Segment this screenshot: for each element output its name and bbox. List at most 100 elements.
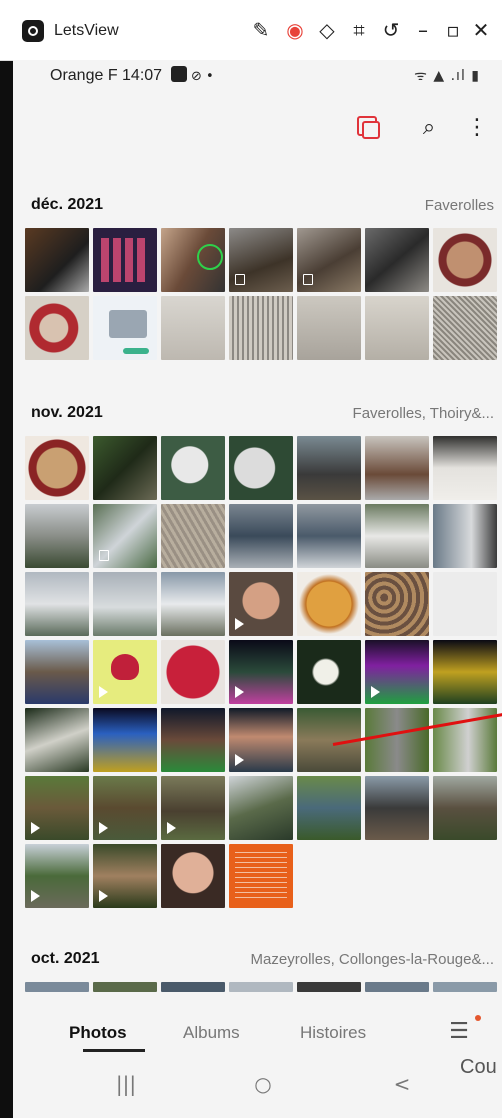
pin-icon[interactable]: ◇	[314, 16, 340, 44]
photo-thumbnail[interactable]	[433, 504, 497, 568]
tab-histoires[interactable]: Histoires	[300, 1023, 366, 1043]
photo-thumbnail[interactable]	[161, 640, 225, 704]
photo-thumbnail[interactable]	[161, 572, 225, 636]
photo-thumbnail[interactable]	[365, 640, 429, 704]
chat-screenshot	[109, 310, 147, 338]
select-icon[interactable]	[357, 116, 380, 139]
photo-thumbnail[interactable]	[161, 776, 225, 840]
photo-thumbnail[interactable]	[297, 640, 361, 704]
notification-dot	[475, 1015, 481, 1021]
photo-thumbnail[interactable]	[93, 844, 157, 908]
photo-thumbnail[interactable]	[161, 708, 225, 772]
status-icons: ᯤ ▲ .ıl ▮	[414, 68, 480, 84]
photo-thumbnail[interactable]	[93, 640, 157, 704]
photo-thumbnail[interactable]	[365, 982, 429, 992]
photo-thumbnail[interactable]	[433, 982, 497, 992]
photo-thumbnail[interactable]	[433, 296, 497, 360]
photo-thumbnail[interactable]	[433, 228, 497, 292]
close-icon[interactable]: ✕	[468, 16, 494, 44]
photo-thumbnail[interactable]	[25, 776, 89, 840]
photo-thumbnail[interactable]	[161, 844, 225, 908]
video-play-icon	[99, 890, 108, 902]
photo-thumbnail[interactable]	[433, 572, 497, 636]
photo-thumbnail[interactable]	[25, 228, 89, 292]
search-icon[interactable]: ⌕	[411, 110, 447, 146]
photo-thumbnail[interactable]	[25, 436, 89, 500]
rotate-icon[interactable]: ↺	[378, 16, 404, 44]
photo-thumbnail[interactable]	[297, 776, 361, 840]
chat-bubble	[123, 348, 149, 354]
photo-thumbnail[interactable]	[433, 640, 497, 704]
photo-thumbnail[interactable]	[93, 776, 157, 840]
photo-thumbnail[interactable]	[229, 708, 293, 772]
crop-icon[interactable]: ⌗	[346, 16, 372, 44]
photo-thumbnail[interactable]	[93, 436, 157, 500]
photo-thumbnail[interactable]	[161, 504, 225, 568]
photo-thumbnail[interactable]	[229, 296, 293, 360]
photo-thumbnail[interactable]	[297, 228, 361, 292]
photo-thumbnail[interactable]	[229, 504, 293, 568]
photo-thumbnail[interactable]	[229, 640, 293, 704]
system-nav-bar: ||| ○ <	[13, 1062, 502, 1118]
photo-thumbnail[interactable]	[161, 228, 225, 292]
photo-thumbnail[interactable]	[365, 504, 429, 568]
tab-albums[interactable]: Albums	[183, 1023, 240, 1043]
status-bar: Orange F 14:07 ⊘ • ᯤ ▲ .ıl ▮	[13, 60, 502, 96]
video-play-icon	[167, 822, 176, 834]
photo-thumbnail[interactable]	[297, 436, 361, 500]
photo-thumbnail[interactable]	[297, 572, 361, 636]
window-title: LetsView	[54, 22, 119, 39]
photo-thumbnail[interactable]	[433, 436, 497, 500]
photo-thumbnail[interactable]	[25, 640, 89, 704]
photo-thumbnail[interactable]	[25, 708, 89, 772]
maximize-icon[interactable]: ▫	[440, 16, 466, 44]
photo-thumbnail[interactable]	[365, 708, 429, 772]
photo-thumbnail[interactable]	[161, 296, 225, 360]
photo-thumbnail[interactable]	[229, 844, 293, 908]
text-document	[235, 852, 287, 898]
section-place: Faverolles	[424, 197, 494, 214]
photo-thumbnail[interactable]	[229, 982, 293, 992]
photo-thumbnail[interactable]	[25, 572, 89, 636]
photo-thumbnail[interactable]	[229, 572, 293, 636]
photo-thumbnail[interactable]	[161, 436, 225, 500]
photo-thumbnail[interactable]	[229, 228, 293, 292]
photo-thumbnail[interactable]	[93, 504, 157, 568]
photo-thumbnail[interactable]	[25, 296, 89, 360]
record-icon[interactable]: ◉	[282, 16, 308, 44]
photo-thumbnail[interactable]	[93, 228, 157, 292]
menu-icon[interactable]: ☰	[445, 1019, 473, 1047]
photo-thumbnail[interactable]	[93, 296, 157, 360]
photo-thumbnail[interactable]	[365, 228, 429, 292]
photo-thumbnail[interactable]	[365, 572, 429, 636]
photo-thumbnail[interactable]	[365, 296, 429, 360]
photo-thumbnail[interactable]	[365, 436, 429, 500]
photo-thumbnail[interactable]	[297, 296, 361, 360]
photo-thumbnail[interactable]	[297, 982, 361, 992]
recents-button[interactable]: |||	[106, 1072, 146, 1102]
status-carrier-time: Orange F 14:07 ⊘ •	[50, 66, 214, 84]
photo-thumbnail[interactable]	[93, 982, 157, 992]
photo-thumbnail[interactable]	[433, 776, 497, 840]
video-play-icon	[31, 890, 40, 902]
burst-icon	[235, 274, 245, 285]
photo-thumbnail[interactable]	[93, 572, 157, 636]
home-button[interactable]: ○	[243, 1072, 283, 1102]
section-header: déc. 2021 Faverolles	[13, 196, 502, 224]
photo-thumbnail[interactable]	[25, 844, 89, 908]
photo-thumbnail[interactable]	[25, 504, 89, 568]
burst-icon	[303, 274, 313, 285]
back-button[interactable]: <	[382, 1072, 422, 1102]
photo-thumbnail[interactable]	[161, 982, 225, 992]
minimize-icon[interactable]: –	[410, 16, 436, 44]
photo-thumbnail[interactable]	[25, 982, 89, 992]
photo-thumbnail[interactable]	[229, 436, 293, 500]
more-icon[interactable]: ⋮	[459, 110, 495, 146]
tab-photos[interactable]: Photos	[69, 1023, 127, 1043]
photo-thumbnail[interactable]	[297, 504, 361, 568]
brush-icon[interactable]: ✎	[248, 16, 274, 44]
photo-thumbnail[interactable]	[365, 776, 429, 840]
sync-icon: ⊘ •	[190, 69, 214, 84]
photo-thumbnail[interactable]	[93, 708, 157, 772]
photo-thumbnail[interactable]	[229, 776, 293, 840]
